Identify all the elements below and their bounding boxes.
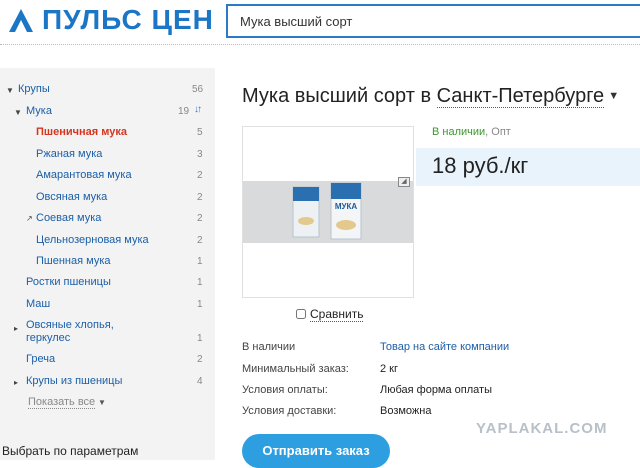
category-ovsyanaya-muka[interactable]: Овсяная мука	[36, 191, 107, 203]
category-pshenichnaya-muka[interactable]: Пшеничная мука	[36, 126, 127, 138]
in-stock-label: В наличии	[432, 126, 486, 138]
chevron-down-icon[interactable]: ▼	[98, 398, 106, 407]
category-grecha[interactable]: Греча	[26, 353, 55, 365]
page-title: Мука высший сорт в Санкт-Петербурге ▼	[242, 85, 619, 108]
category-count: 1	[197, 299, 203, 310]
compare-label[interactable]: Сравнить	[310, 307, 364, 322]
category-mash[interactable]: Маш	[26, 298, 50, 310]
caret-down-icon[interactable]: ▼	[6, 86, 14, 95]
wholesale-label: , Опт	[485, 126, 511, 138]
detail-label: Минимальный заказ:	[242, 363, 349, 375]
caret-right-icon[interactable]: ↗	[26, 214, 33, 223]
category-krupy[interactable]: Крупы	[18, 83, 50, 95]
caret-right-icon[interactable]: ▸	[14, 324, 18, 333]
chevron-down-icon[interactable]: ▼	[608, 90, 619, 102]
availability-status: В наличии, Опт	[432, 126, 511, 138]
detail-value: Возможна	[380, 405, 432, 417]
flour-package-icon: МУКА	[292, 182, 362, 240]
watermark: YAPLAKAL.COM	[476, 420, 608, 437]
pulse-logo-icon	[9, 9, 33, 32]
category-rzhanaya-muka[interactable]: Ржаная мука	[36, 148, 102, 160]
detail-value: Любая форма оплаты	[380, 384, 492, 396]
caret-down-icon[interactable]: ▼	[14, 108, 22, 117]
detail-value: 2 кг	[380, 363, 398, 375]
compare-checkbox[interactable]: Сравнить	[296, 307, 364, 322]
logo-text: ПУЛЬС ЦЕН	[42, 4, 214, 35]
category-ovsyanye-hlopya-line2[interactable]: геркулес	[26, 332, 70, 344]
expand-icon[interactable]: ◢	[398, 177, 410, 187]
show-all-link[interactable]: Показать все	[28, 396, 96, 409]
category-krupy-iz-pshenitsy[interactable]: Крупы из пшеницы	[26, 375, 122, 387]
category-ovsyanye-hlopya[interactable]: Овсяные хлопья,	[26, 319, 114, 331]
price: 18 руб./кг	[432, 153, 529, 178]
send-order-button[interactable]: Отправить заказ	[242, 434, 390, 468]
category-soevaya-muka[interactable]: Соевая мука	[36, 212, 101, 224]
sort-icon[interactable]: ↓↑	[194, 104, 202, 115]
filter-by-params-heading: Выбрать по параметрам	[2, 444, 139, 458]
product-photo: МУКА	[243, 181, 413, 243]
caret-right-icon[interactable]: ▸	[14, 378, 18, 387]
compare-checkbox-input[interactable]	[296, 309, 306, 319]
detail-label: Условия оплаты:	[242, 384, 328, 396]
site-logo[interactable]: ПУЛЬС ЦЕН	[6, 4, 214, 36]
detail-value-link[interactable]: Товар на сайте компании	[380, 341, 509, 353]
category-amarantovaya-muka[interactable]: Амарантовая мука	[36, 169, 132, 181]
detail-label: Условия доставки:	[242, 405, 337, 417]
search-box[interactable]	[226, 4, 640, 38]
product-image[interactable]: МУКА ◢	[242, 126, 414, 298]
title-text: Мука высший сорт в	[242, 85, 432, 107]
category-rostki-pshenitsy[interactable]: Ростки пшеницы	[26, 276, 111, 288]
category-muka[interactable]: Мука	[26, 105, 52, 117]
search-input[interactable]	[228, 6, 640, 36]
city-selector[interactable]: Санкт-Петербурге	[436, 85, 605, 108]
detail-label: В наличии	[242, 341, 296, 353]
category-pshennaya-muka[interactable]: Пшенная мука	[36, 255, 111, 267]
package-label: МУКА	[335, 202, 358, 211]
category-tselnozernovaya-muka[interactable]: Цельнозерновая мука	[36, 234, 149, 246]
header-divider	[0, 44, 640, 45]
